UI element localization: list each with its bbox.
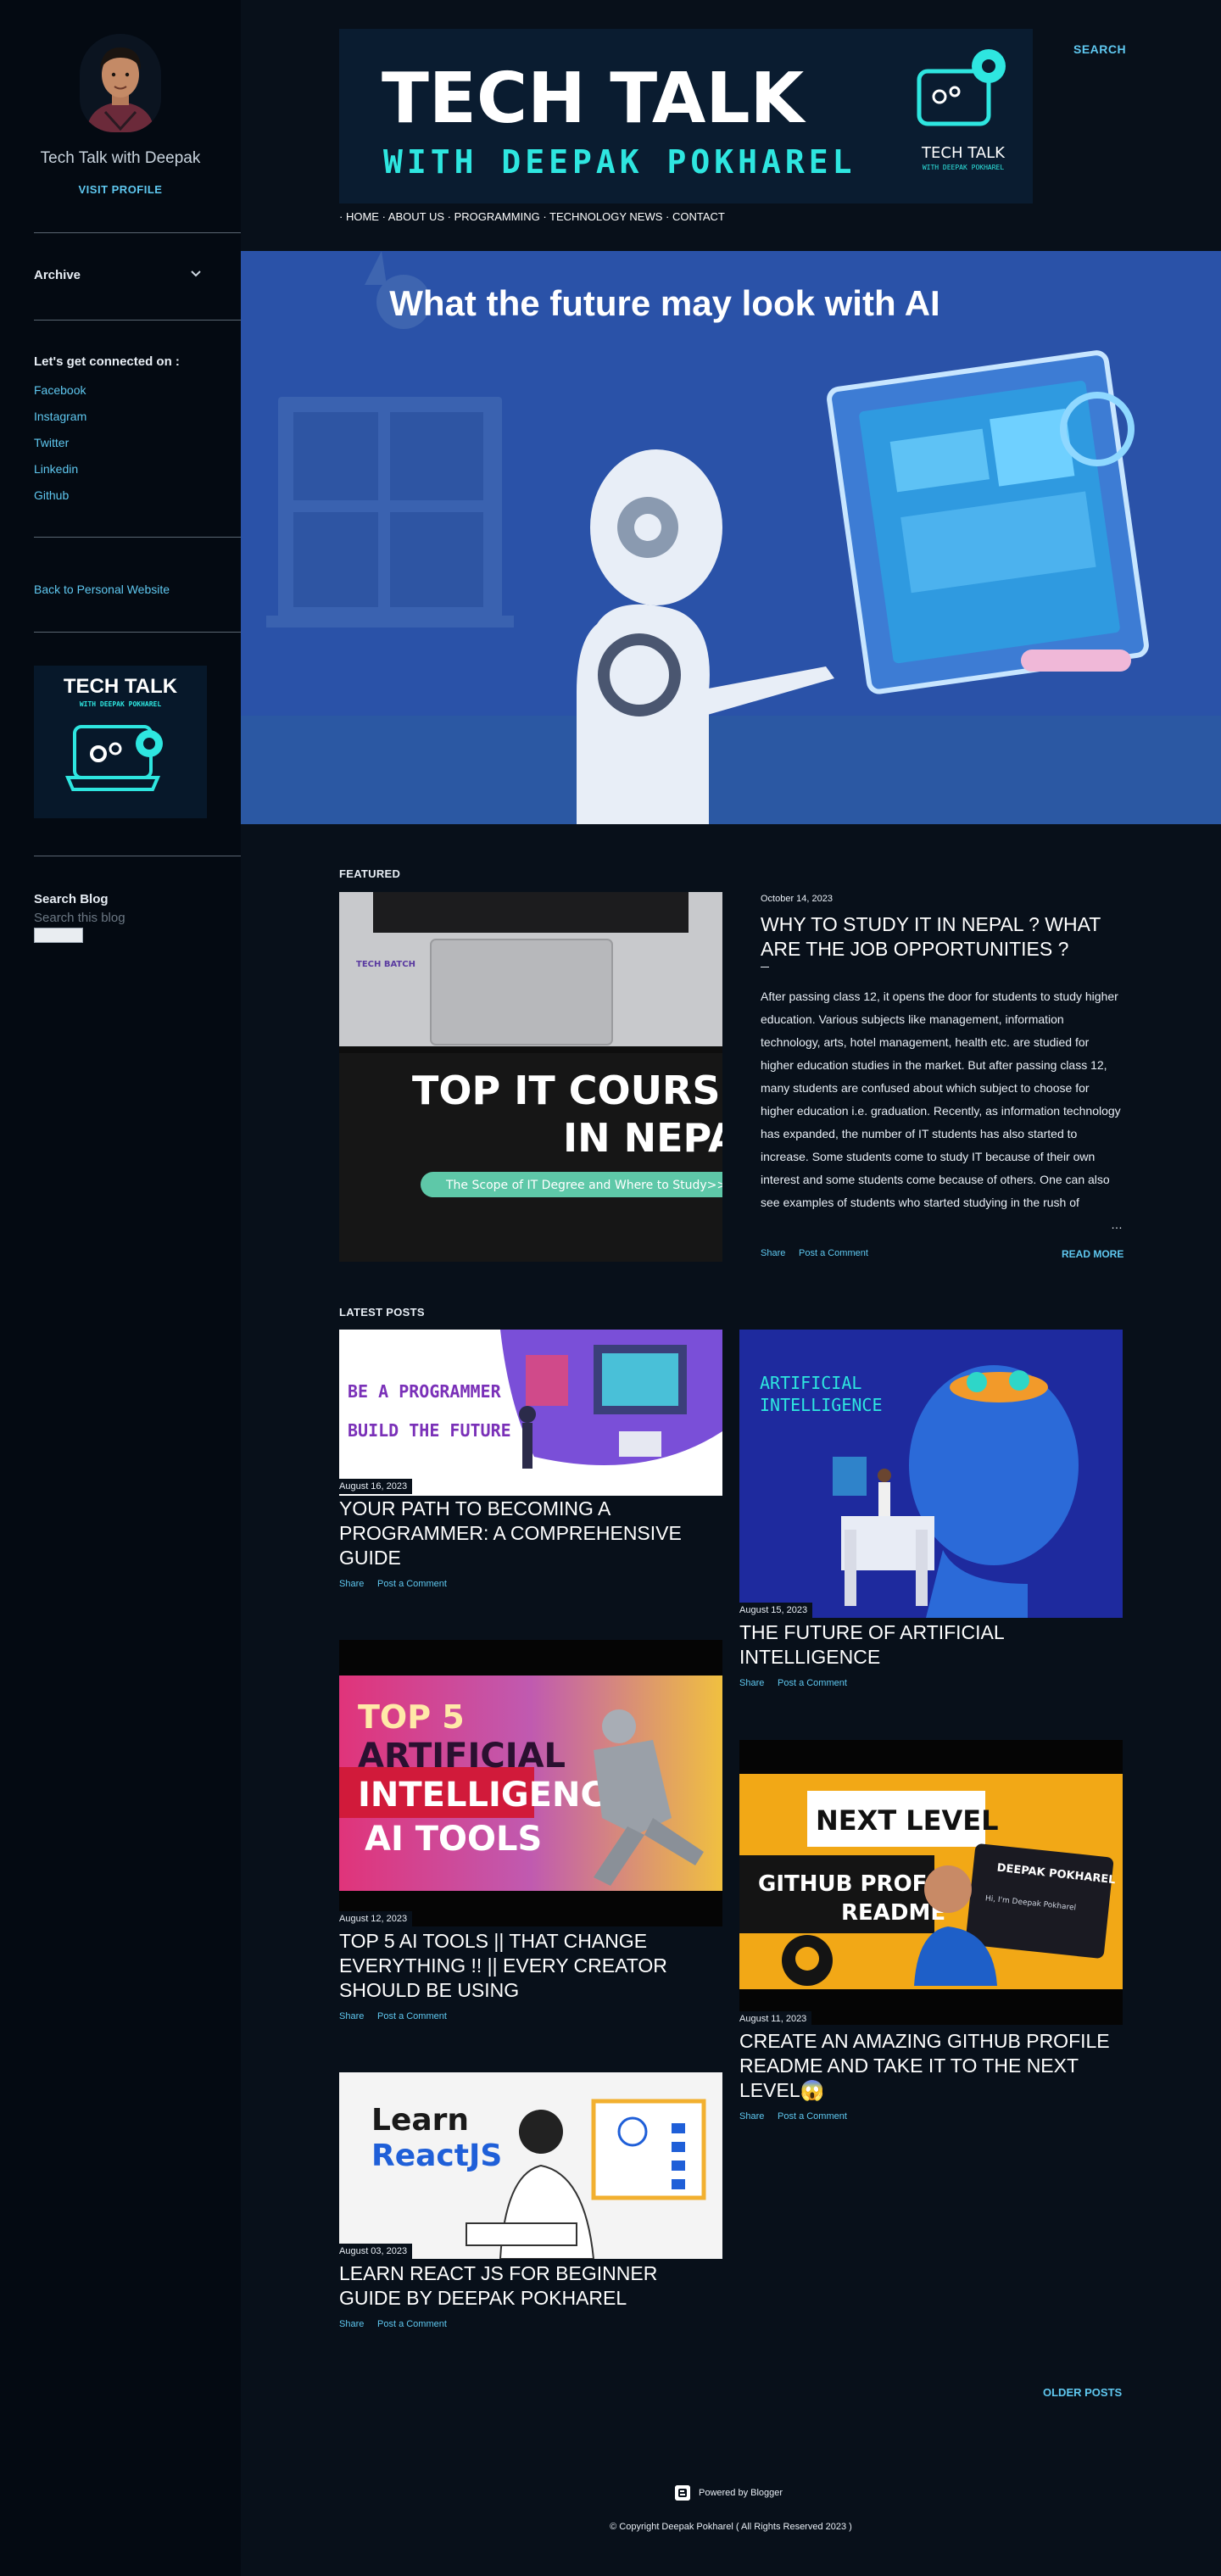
featured-post-title[interactable]: WHY TO STUDY IT IN NEPAL ? WHAT ARE THE … bbox=[761, 912, 1125, 962]
banner-title: TECH TALK bbox=[382, 59, 807, 139]
post-image[interactable]: TOP 5 ARTIFICIAL INTELLIGENCE AI TOOLS bbox=[339, 1640, 722, 1926]
post-image-line1: Learn bbox=[371, 2103, 469, 2138]
search-blog-button[interactable] bbox=[34, 928, 83, 943]
post-image[interactable]: Learn ReactJS bbox=[339, 2072, 722, 2259]
post-share-link[interactable]: Share bbox=[739, 1678, 764, 1688]
github-link[interactable]: Github bbox=[34, 488, 69, 502]
sidebar-divider bbox=[34, 320, 241, 321]
post-image[interactable]: NEXT LEVEL GITHUB PROFILE README DEEPAK … bbox=[739, 1740, 1123, 2025]
post-title[interactable]: YOUR PATH TO BECOMING A PROGRAMMER: A CO… bbox=[339, 1497, 722, 1570]
sidebar-divider bbox=[34, 632, 241, 633]
post-title[interactable]: THE FUTURE OF ARTIFICIAL INTELLIGENCE bbox=[739, 1620, 1123, 1670]
featured-post-date: October 14, 2023 bbox=[761, 894, 834, 904]
search-blog-heading: Search Blog bbox=[34, 892, 109, 906]
post-image-line1: ARTIFICIAL bbox=[760, 1373, 861, 1393]
blogger-icon bbox=[675, 2485, 690, 2501]
linkedin-link[interactable]: Linkedin bbox=[34, 462, 78, 476]
featured-post-image[interactable]: TECH BATCH TOP IT COURSE IN NEPA The Sco… bbox=[339, 892, 722, 1262]
banner-badge-title: TECH TALK bbox=[921, 144, 1006, 162]
back-to-personal-website-link[interactable]: Back to Personal Website bbox=[34, 583, 170, 596]
post-image-line4: AI TOOLS bbox=[365, 1820, 542, 1859]
post-comment-link[interactable]: Post a Comment bbox=[377, 2011, 447, 2021]
nav-about-us[interactable]: ABOUT US bbox=[388, 210, 444, 223]
featured-post-excerpt: After passing class 12, it opens the doo… bbox=[761, 990, 1121, 1209]
sidebar-logo-subtitle: WITH DEEPAK POKHAREL bbox=[80, 700, 162, 708]
featured-excerpt-ellipsis: … bbox=[1111, 1218, 1123, 1231]
post-title[interactable]: TOP 5 AI TOOLS || THAT CHANGE EVERYTHING… bbox=[339, 1929, 722, 2003]
read-more-link[interactable]: READ MORE bbox=[1062, 1248, 1123, 1260]
banner-badge-subtitle: WITH DEEPAK POKHAREL bbox=[923, 164, 1005, 171]
post-image-line3: INTELLIGENCE bbox=[358, 1776, 628, 1815]
post-date: August 15, 2023 bbox=[739, 1603, 813, 1618]
search-blog-input[interactable] bbox=[34, 911, 204, 925]
post-date: August 03, 2023 bbox=[339, 2244, 413, 2259]
post-image-line2: INTELLIGENCE bbox=[760, 1395, 883, 1415]
visit-profile-link[interactable]: VISIT PROFILE bbox=[0, 183, 241, 196]
powered-by-blogger-link[interactable]: Powered by Blogger bbox=[699, 2488, 783, 2498]
instagram-link[interactable]: Instagram bbox=[34, 410, 86, 423]
sidebar-divider bbox=[34, 537, 241, 538]
featured-image-pill: The Scope of IT Degree and Where to Stud… bbox=[445, 1179, 722, 1192]
twitter-link[interactable]: Twitter bbox=[34, 436, 69, 449]
sidebar-divider bbox=[34, 232, 241, 233]
post-image[interactable]: BE A PROGRAMMER BUILD THE FUTURE bbox=[339, 1330, 722, 1496]
hero-image[interactable]: What the future may look with AI bbox=[241, 251, 1221, 824]
sidebar: Tech Talk with Deepak VISIT PROFILE Arch… bbox=[0, 0, 241, 2576]
nav-technology-news[interactable]: TECHNOLOGY NEWS bbox=[549, 210, 662, 223]
connect-heading: Let's get connected on : bbox=[34, 354, 180, 369]
post-comment-link[interactable]: Post a Comment bbox=[377, 2319, 447, 2329]
sidebar-logo-title: TECH TALK bbox=[64, 675, 178, 698]
nav-contact[interactable]: CONTACT bbox=[672, 210, 725, 223]
post-comment-link[interactable]: Post a Comment bbox=[377, 1579, 447, 1589]
post-share-link[interactable]: Share bbox=[339, 2011, 364, 2021]
avatar[interactable] bbox=[80, 34, 161, 132]
post-image-line2: BUILD THE FUTURE bbox=[348, 1420, 511, 1441]
post-share-link[interactable]: Share bbox=[339, 1579, 364, 1589]
featured-section-label: FEATURED bbox=[339, 867, 401, 880]
post-share-link[interactable]: Share bbox=[339, 2319, 364, 2329]
post-date: August 16, 2023 bbox=[339, 1479, 413, 1494]
post-image[interactable]: ARTIFICIAL INTELLIGENCE bbox=[739, 1330, 1123, 1618]
banner-subtitle: WITH DEEPAK POKHAREL bbox=[383, 143, 856, 181]
header-search-link[interactable]: SEARCH bbox=[1073, 42, 1126, 56]
chevron-down-icon[interactable] bbox=[190, 270, 202, 278]
post-title[interactable]: LEARN REACT JS FOR BEGINNER GUIDE BY DEE… bbox=[339, 2261, 722, 2311]
post-image-line2: ReactJS bbox=[371, 2138, 502, 2173]
post-image-line1: NEXT LEVEL bbox=[816, 1804, 999, 1837]
sidebar-logo-widget[interactable]: TECH TALK WITH DEEPAK POKHAREL bbox=[34, 666, 207, 818]
facebook-link[interactable]: Facebook bbox=[34, 383, 86, 397]
archive-toggle[interactable]: Archive bbox=[34, 268, 204, 282]
latest-posts-section-label: LATEST POSTS bbox=[339, 1306, 425, 1319]
post-comment-link[interactable]: Post a Comment bbox=[778, 1678, 847, 1688]
featured-image-line1: TOP IT COURSE bbox=[412, 1068, 722, 1113]
featured-comment-link[interactable]: Post a Comment bbox=[799, 1248, 868, 1258]
featured-share-link[interactable]: Share bbox=[761, 1248, 785, 1258]
nav-programming[interactable]: PROGRAMMING bbox=[454, 210, 540, 223]
post-title[interactable]: CREATE AN AMAZING GITHUB PROFILE README … bbox=[739, 2029, 1123, 2103]
profile-name: Tech Talk with Deepak bbox=[40, 149, 201, 167]
post-comment-link[interactable]: Post a Comment bbox=[778, 2111, 847, 2122]
post-date: August 12, 2023 bbox=[339, 1911, 413, 1926]
copyright-text: © Copyright Deepak Pokharel ( All Rights… bbox=[610, 2522, 852, 2532]
featured-image-line2: IN NEPA bbox=[563, 1115, 722, 1161]
post-date: August 11, 2023 bbox=[739, 2011, 812, 2027]
post-image-line2: ARTIFICIAL bbox=[358, 1737, 566, 1776]
nav-home[interactable]: HOME bbox=[346, 210, 379, 223]
post-image-line1: BE A PROGRAMMER bbox=[348, 1381, 502, 1402]
header-banner[interactable]: TECH TALK WITH DEEPAK POKHAREL TECH TALK… bbox=[339, 29, 1033, 204]
post-share-link[interactable]: Share bbox=[739, 2111, 764, 2122]
hero-heading: What the future may look with AI bbox=[389, 283, 939, 323]
older-posts-link[interactable]: OLDER POSTS bbox=[1043, 2386, 1122, 2399]
featured-image-brand: TECH BATCH bbox=[356, 960, 415, 969]
main-nav: · HOME · ABOUT US · PROGRAMMING · TECHNO… bbox=[339, 210, 725, 223]
post-image-line1: TOP 5 bbox=[358, 1698, 465, 1736]
